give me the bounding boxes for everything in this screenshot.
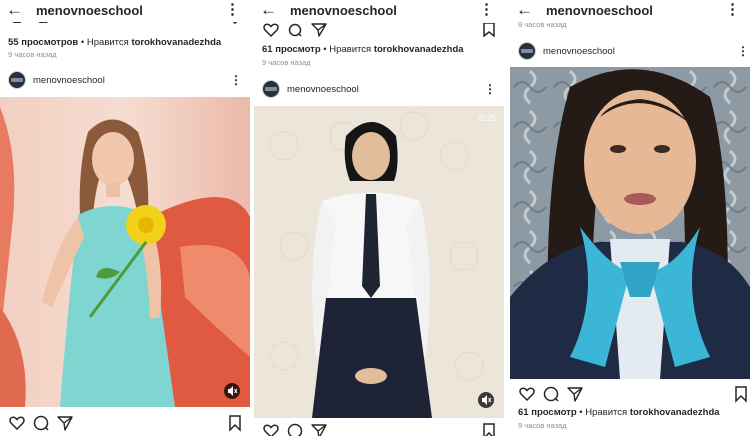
- avatar[interactable]: [518, 42, 536, 60]
- top-bar: ← menovnoeschool ⋮: [0, 0, 250, 22]
- post-video[interactable]: 0:25: [254, 106, 504, 418]
- send-icon[interactable]: [56, 414, 74, 432]
- send-icon[interactable]: [566, 385, 584, 403]
- prev-views-line: 55 просмотров • Нравится torokhovanadezh…: [8, 37, 221, 48]
- heart-icon[interactable]: [262, 422, 280, 436]
- prev-time: 9 часов назад: [262, 58, 311, 67]
- video-frame: [254, 106, 504, 418]
- prev-views-line: 61 просмотр • Нравится torokhovanadezhda: [262, 44, 464, 55]
- bookmark-icon[interactable]: [480, 23, 498, 37]
- post-username[interactable]: menovnoeschool: [33, 75, 105, 86]
- prev-liked-prefix: • Нравится: [80, 37, 129, 48]
- bookmark-icon[interactable]: [480, 422, 498, 436]
- post-video[interactable]: [0, 97, 250, 407]
- arrow-left-icon[interactable]: ←: [6, 1, 23, 19]
- views-count: 61 просмотр: [518, 407, 577, 418]
- post-username[interactable]: menovnoeschool: [543, 46, 615, 57]
- vertical-dots-icon[interactable]: ⋮: [479, 1, 494, 19]
- top-bar: ← menovnoeschool ⋮: [254, 0, 504, 22]
- vertical-dots-icon[interactable]: ⋮: [725, 1, 740, 19]
- send-icon[interactable]: [310, 23, 328, 37]
- panel-divider: [504, 0, 510, 436]
- post-panel-1: ← menovnoeschool ⋮ 55 просмотров • Нрави…: [0, 0, 250, 436]
- heart-icon[interactable]: [262, 23, 280, 37]
- header-username[interactable]: menovnoeschool: [546, 3, 653, 18]
- prev-liked-user[interactable]: torokhovanadezhda: [374, 44, 464, 55]
- post-actions: [254, 422, 504, 436]
- video-frame: [510, 67, 750, 379]
- prev-post-actions: [254, 23, 504, 43]
- heart-icon[interactable]: [8, 414, 26, 432]
- comment-icon[interactable]: [286, 422, 304, 436]
- avatar[interactable]: [8, 71, 26, 89]
- top-bar: ← menovnoeschool ⋮: [510, 0, 750, 22]
- post-panel-2: ← menovnoeschool ⋮ 61 просмотр • Нравитс…: [254, 0, 504, 436]
- header-username[interactable]: menovnoeschool: [290, 3, 397, 18]
- video-frame: [0, 97, 250, 407]
- bookmark-icon[interactable]: [732, 385, 750, 403]
- mute-icon[interactable]: [478, 392, 494, 408]
- post-options-icon[interactable]: ⋮: [737, 44, 749, 58]
- mute-icon[interactable]: [224, 383, 240, 399]
- post-options-icon[interactable]: ⋮: [230, 73, 242, 87]
- prev-liked-user[interactable]: torokhovanadezhda: [131, 37, 221, 48]
- comment-icon[interactable]: [542, 385, 560, 403]
- prev-liked-prefix: • Нравится: [323, 44, 372, 55]
- comment-icon[interactable]: [32, 414, 50, 432]
- liked-prefix: • Нравится: [579, 407, 628, 418]
- header-username[interactable]: menovnoeschool: [36, 3, 143, 18]
- post-actions: [0, 414, 250, 434]
- post-options-icon[interactable]: ⋮: [484, 82, 496, 96]
- avatar[interactable]: [262, 80, 280, 98]
- panel-divider: [250, 0, 254, 436]
- arrow-left-icon[interactable]: ←: [516, 1, 533, 19]
- liked-user[interactable]: torokhovanadezhda: [630, 407, 720, 418]
- post-actions: [510, 385, 750, 405]
- views-line: 61 просмотр • Нравится torokhovanadezhda: [518, 407, 720, 418]
- send-icon[interactable]: [310, 422, 328, 436]
- post-panel-3: ← menovnoeschool ⋮ 9 часов назад menovno…: [510, 0, 750, 436]
- prev-views-count: 55 просмотров: [8, 37, 79, 48]
- post-video[interactable]: [510, 67, 750, 379]
- prev-views-count: 61 просмотр: [262, 44, 321, 55]
- vertical-dots-icon[interactable]: ⋮: [225, 1, 240, 19]
- video-duration: 0:25: [479, 113, 497, 123]
- heart-icon[interactable]: [518, 385, 536, 403]
- comment-icon[interactable]: [286, 23, 304, 37]
- post-username[interactable]: menovnoeschool: [287, 84, 359, 95]
- bookmark-icon[interactable]: [226, 414, 244, 432]
- arrow-left-icon[interactable]: ←: [260, 1, 277, 19]
- prev-time: 9 часов назад: [8, 50, 57, 59]
- post-time: 9 часов назад: [518, 421, 567, 430]
